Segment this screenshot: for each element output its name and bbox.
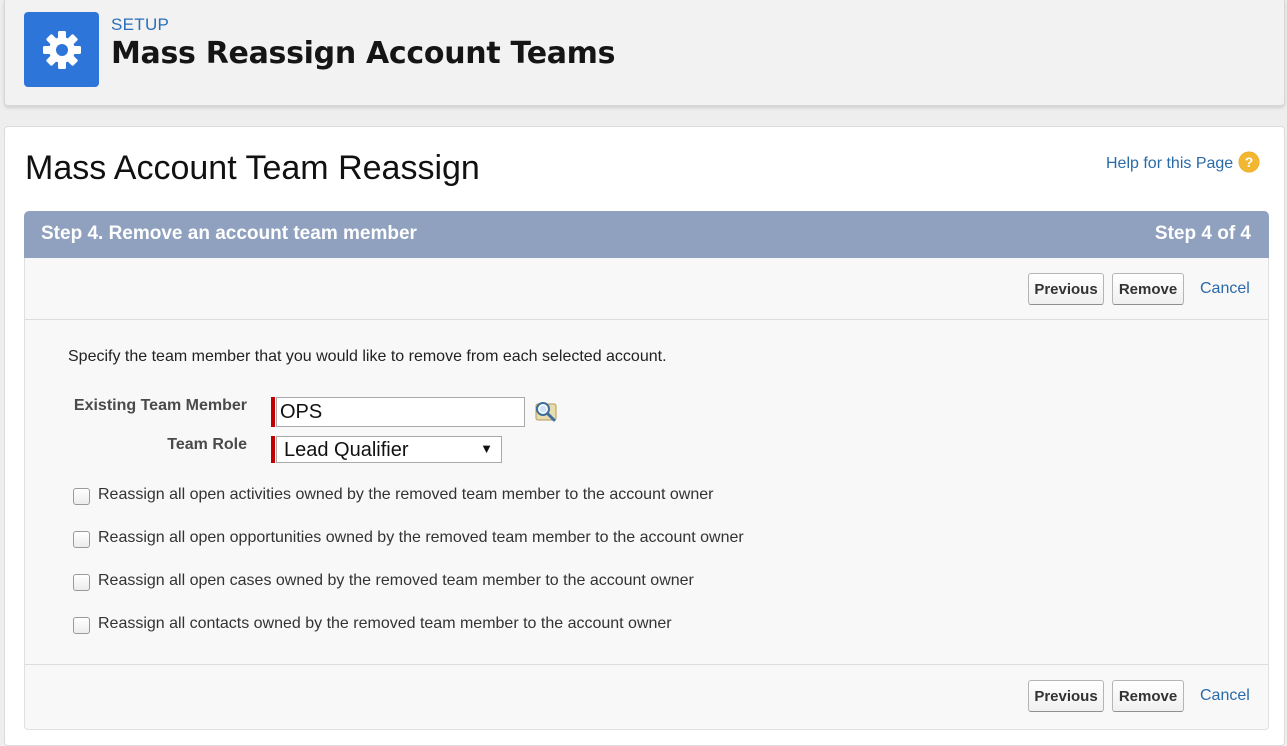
- reassign-opportunities-checkbox[interactable]: [73, 531, 90, 548]
- reassign-activities-checkbox[interactable]: [73, 488, 90, 505]
- step-count: Step 4 of 4: [1154, 223, 1251, 244]
- help-link[interactable]: Help for this Page: [1106, 155, 1233, 173]
- previous-button[interactable]: Previous: [1028, 680, 1104, 712]
- page-title: Mass Account Team Reassign: [25, 149, 480, 187]
- previous-button[interactable]: Previous: [1028, 273, 1104, 305]
- reassign-cases-label[interactable]: Reassign all open cases owned by the rem…: [98, 572, 694, 590]
- cancel-link[interactable]: Cancel: [1200, 280, 1250, 298]
- setup-section-label: SETUP: [111, 15, 170, 34]
- instructions-text: Specify the team member that you would l…: [68, 348, 667, 365]
- setup-header: SETUP Mass Reassign Account Teams: [4, 0, 1285, 106]
- remove-button[interactable]: Remove: [1112, 273, 1184, 305]
- main-card: Mass Account Team Reassign Help for this…: [4, 126, 1285, 746]
- svg-text:?: ?: [1245, 154, 1254, 170]
- required-indicator: [271, 436, 275, 463]
- top-button-row: Previous Remove Cancel: [25, 258, 1268, 320]
- cancel-link[interactable]: Cancel: [1200, 687, 1250, 705]
- reassign-activities-label[interactable]: Reassign all open activities owned by th…: [98, 486, 713, 504]
- existing-team-member-label: Existing Team Member: [73, 397, 247, 414]
- bottom-button-row: Previous Remove Cancel: [25, 664, 1268, 726]
- gear-icon: [24, 12, 99, 87]
- remove-button[interactable]: Remove: [1112, 680, 1184, 712]
- team-role-label: Team Role: [167, 436, 247, 453]
- reassign-contacts-label[interactable]: Reassign all contacts owned by the remov…: [98, 615, 672, 633]
- required-indicator: [271, 397, 275, 427]
- lookup-magnifier-icon[interactable]: [533, 399, 559, 423]
- reassign-opportunities-label[interactable]: Reassign all open opportunities owned by…: [98, 529, 744, 547]
- step-body: Previous Remove Cancel Specify the team …: [24, 258, 1269, 730]
- step-header: Step 4. Remove an account team member St…: [24, 211, 1269, 258]
- dropdown-arrow-icon: ▼: [480, 441, 493, 456]
- reassign-contacts-checkbox[interactable]: [73, 617, 90, 634]
- question-circle-icon[interactable]: ?: [1238, 151, 1260, 173]
- setup-title: Mass Reassign Account Teams: [111, 36, 616, 71]
- reassign-cases-checkbox[interactable]: [73, 574, 90, 591]
- step-title: Step 4. Remove an account team member: [41, 223, 417, 244]
- team-role-selected-value: Lead Qualifier: [284, 439, 409, 461]
- existing-team-member-input[interactable]: [276, 397, 525, 427]
- team-role-select[interactable]: Lead Qualifier ▼: [276, 436, 502, 463]
